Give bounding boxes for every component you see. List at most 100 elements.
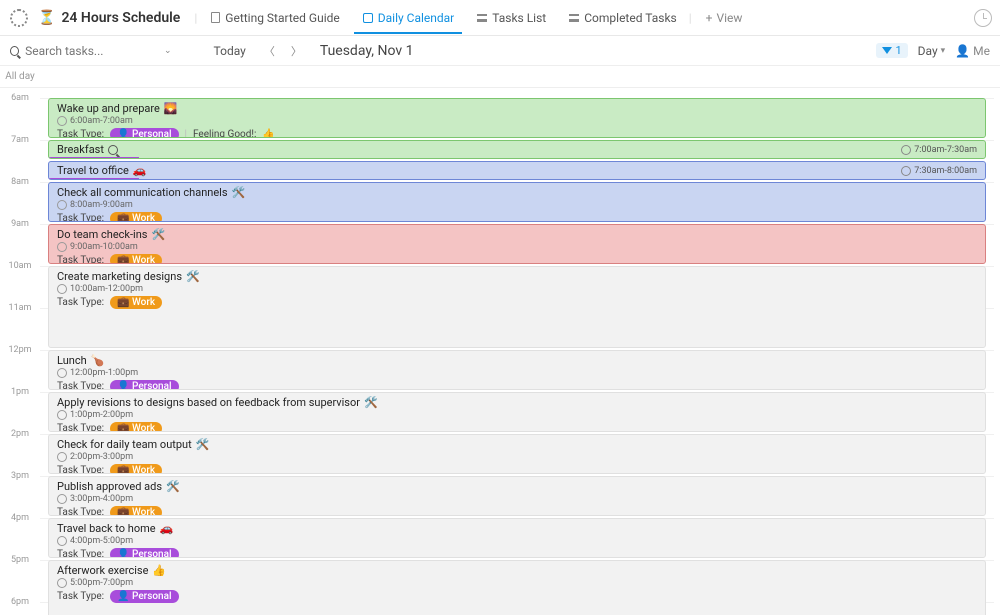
event-emoji: 👍: [152, 564, 166, 577]
app-logo-icon: [10, 9, 28, 27]
hour-label: 5pm: [0, 555, 40, 565]
hour-label: 2pm: [0, 429, 40, 439]
hour-label: 6pm: [0, 597, 40, 607]
hour-label: 10am: [0, 261, 40, 271]
hour-label: 9am: [0, 219, 40, 229]
event-meta: Task Type: 💼 Work: [57, 212, 977, 222]
task-type-label: Task Type:: [57, 423, 104, 432]
event-title: Afterwork exercise👍: [57, 564, 977, 577]
event-emoji: 🚗: [133, 164, 147, 177]
event-emoji: 🌄: [164, 102, 178, 115]
task-type-badge: 👤 Personal: [110, 380, 178, 390]
hour-label: 8am: [0, 177, 40, 187]
calendar-event[interactable]: Wake up and prepare🌄6:00am-7:00amTask Ty…: [48, 98, 986, 138]
event-meta: Task Type:👤 Personal: [57, 548, 977, 558]
event-time: 6:00am-7:00am: [57, 116, 977, 126]
event-time: 5:00pm-7:00pm: [57, 578, 977, 588]
calendar-event[interactable]: Publish approved ads🛠️3:00pm-4:00pmTask …: [48, 476, 986, 516]
event-time: 9:00am-10:00am: [57, 242, 977, 252]
task-type-label: Task Type:: [57, 213, 104, 222]
task-type-badge: 💼 Work: [110, 506, 162, 516]
task-type-label: Task Type:: [57, 381, 104, 390]
search-box[interactable]: [10, 44, 150, 58]
add-view-button[interactable]: + View: [696, 11, 753, 25]
tab-getting-started-guide[interactable]: Getting Started Guide: [201, 3, 347, 33]
event-emoji: 🍗: [91, 354, 105, 367]
calendar-event[interactable]: Travel back to home🚗4:00pm-5:00pmTask Ty…: [48, 518, 986, 558]
top-bar: ⏳ 24 Hours Schedule | Getting Started Gu…: [0, 0, 1000, 36]
filter-count: 1: [895, 44, 901, 57]
event-meta: Task Type: 💼 Work: [57, 296, 977, 309]
event-time: 10:00am-12:00pm: [57, 284, 977, 294]
task-type-badge: 💼 Work: [110, 254, 162, 264]
tab-label: Daily Calendar: [378, 11, 455, 25]
event-emoji: 🛠️: [196, 438, 210, 451]
title-text: 24 Hours Schedule: [61, 10, 180, 26]
hour-label: 4pm: [0, 513, 40, 523]
task-type-label: Task Type:: [57, 591, 104, 602]
list-icon: [476, 12, 488, 24]
task-type-label: Task Type:: [57, 549, 104, 558]
event-meta: Task Type: 👤 Personal: [57, 380, 977, 390]
task-type-badge: 💼 Work: [110, 464, 162, 474]
calendar-icon: [362, 12, 374, 24]
calendar-event[interactable]: Travel to office 🚗7:30am-8:00am: [48, 161, 986, 180]
calendar-event[interactable]: Create marketing designs🛠️10:00am-12:00p…: [48, 266, 986, 348]
clock-icon[interactable]: [974, 9, 992, 27]
prev-day-button[interactable]: 〈: [260, 43, 279, 59]
progress-bar: [49, 178, 139, 180]
event-title: Travel to office 🚗: [57, 164, 147, 177]
extra-label: Feeling Good!:: [193, 129, 256, 138]
view-granularity-dropdown[interactable]: Day ▾: [918, 44, 946, 58]
calendar-event[interactable]: Apply revisions to designs based on feed…: [48, 392, 986, 432]
event-emoji: 🚗: [160, 522, 174, 535]
plus-icon: +: [706, 11, 713, 25]
task-type-label: Task Type:: [57, 507, 104, 516]
task-type-label: Task Type:: [57, 465, 104, 474]
calendar-event[interactable]: Check for daily team output🛠️2:00pm-3:00…: [48, 434, 986, 474]
calendar-event[interactable]: Afterwork exercise👍5:00pm-7:00pm Task Typ…: [48, 560, 986, 615]
list-icon: [568, 12, 580, 24]
filter-icon: [882, 47, 892, 54]
calendar-event[interactable]: Check all communication channels🛠️8:00am…: [48, 182, 986, 222]
task-type-badge: 👤 Personal: [110, 590, 178, 603]
calendar-grid: 6am7am8am9am10am11am12pm1pm2pm3pm4pm5pm6…: [0, 88, 1000, 615]
page-title: ⏳ 24 Hours Schedule: [38, 10, 180, 26]
search-dropdown[interactable]: ⌄: [158, 46, 178, 56]
tab-label: Completed Tasks: [584, 11, 677, 25]
current-date: Tuesday, Nov 1: [320, 43, 414, 59]
event-time: 1:00pm-2:00pm: [57, 410, 977, 420]
filter-pill[interactable]: 1: [876, 43, 907, 58]
event-emoji: 🛠️: [151, 228, 165, 241]
calendar-event[interactable]: Lunch🍗12:00pm-1:00pmTask Type:👤 Personal: [48, 350, 986, 390]
hour-label: 3pm: [0, 471, 40, 481]
event-title: Breakfast: [57, 143, 118, 156]
event-title: Do team check-ins🛠️: [57, 228, 977, 241]
calendar-event[interactable]: Breakfast 7:00am-7:30am: [48, 140, 986, 159]
hour-label: 6am: [0, 93, 40, 103]
tab-completed-tasks[interactable]: Completed Tasks: [560, 3, 685, 33]
calendar-event[interactable]: Do team check-ins🛠️9:00am-10:00am Task Ty…: [48, 224, 986, 264]
hour-gutter: 6am7am8am9am10am11am12pm1pm2pm3pm4pm5pm6…: [0, 88, 40, 615]
hour-label: 12pm: [0, 345, 40, 355]
event-title: Lunch🍗: [57, 354, 977, 367]
search-icon: [108, 145, 118, 155]
event-meta: Task Type:💼 Work: [57, 254, 977, 264]
next-day-button[interactable]: 〉: [287, 43, 306, 59]
me-filter[interactable]: 👤 Me: [955, 44, 990, 58]
all-day-label: All day: [0, 71, 40, 82]
event-title: Wake up and prepare🌄: [57, 102, 977, 115]
event-time: 4:00pm-5:00pm: [57, 536, 977, 546]
task-type-badge: 💼 Work: [110, 296, 162, 309]
task-type-badge: 💼 Work: [110, 212, 162, 222]
tab-daily-calendar[interactable]: Daily Calendar: [354, 3, 463, 33]
task-type-label: Task Type:: [57, 297, 104, 308]
search-input[interactable]: [25, 44, 150, 58]
hour-label: 11am: [0, 303, 40, 313]
events-layer: Wake up and prepare🌄6:00am-7:00am Task Ty…: [48, 88, 986, 615]
today-button[interactable]: Today: [208, 44, 252, 58]
event-time: 3:00pm-4:00pm: [57, 494, 977, 504]
event-time: 7:00am-7:30am: [901, 145, 977, 155]
extra-emoji: 👍: [262, 129, 274, 138]
tab-tasks-list[interactable]: Tasks List: [468, 3, 554, 33]
